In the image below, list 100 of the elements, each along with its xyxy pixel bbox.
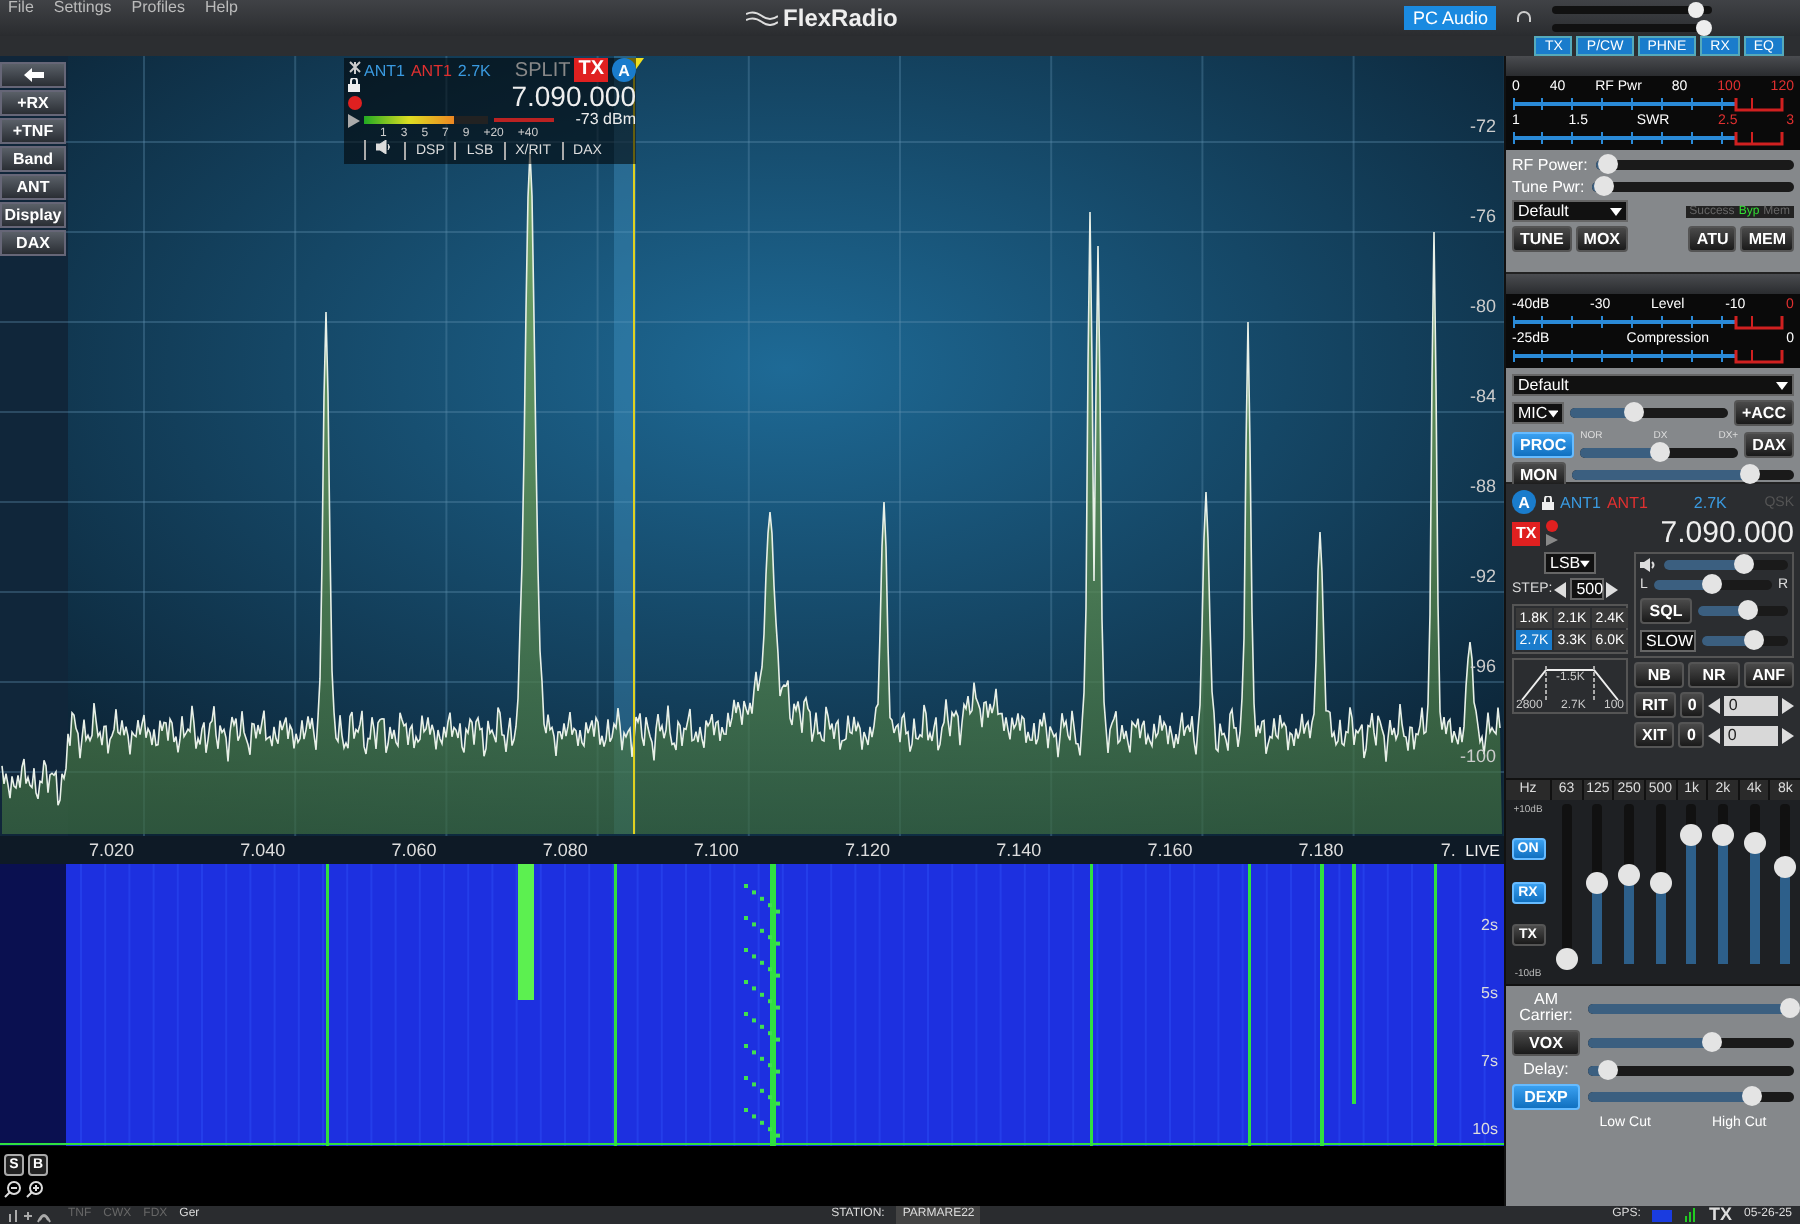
frequency-readout[interactable]: 7.090.000 [1660,518,1794,548]
dbm-label: -72 [1469,114,1496,140]
eq-band-slider[interactable] [1717,804,1728,964]
monitor-slider[interactable] [1571,470,1794,480]
frequency-label: 7.060 [389,840,439,860]
frequency-label: 7.040 [238,840,288,860]
offset-value-button[interactable]: 0 [1679,692,1705,718]
time-label: 10s [1472,1118,1498,1142]
squelch-slider[interactable] [1698,606,1788,616]
time-label: 5s [1481,982,1498,1006]
mic-level-slider[interactable] [1570,408,1728,418]
audio-toggle-button[interactable]: DEXP [1512,1084,1580,1110]
eq-band-slider[interactable] [1655,804,1666,964]
menu-item[interactable]: File [8,0,34,16]
side-button[interactable]: Display [0,202,66,228]
agc-dropdown[interactable]: SLOW [1640,630,1696,652]
offset-field[interactable]: 0 [1723,725,1778,745]
play-icon [1546,534,1559,546]
eq-band-slider[interactable] [1624,804,1635,964]
offset-toggle-button[interactable]: RIT [1634,692,1676,718]
step-field[interactable]: 500 [1570,578,1605,600]
mode-dropdown[interactable]: LSB [1544,552,1596,574]
offset-toggle-button[interactable]: XIT [1634,722,1675,748]
frequency-label: 7.140 [994,840,1044,860]
frequency-readout[interactable]: 7.090.000 [511,82,636,110]
profile-dropdown[interactable]: Default [1512,374,1794,396]
rx-antenna-label[interactable]: ANT1 [1560,493,1601,511]
tx-badge[interactable]: TX [574,58,608,82]
pan-slider[interactable] [1653,580,1772,590]
step-up-icon[interactable] [1606,581,1621,597]
tx-button[interactable]: ATU [1688,226,1737,252]
tx-badge[interactable]: TX [1512,521,1541,545]
record-icon [347,96,361,110]
power-slider[interactable] [1595,160,1794,170]
offset-value-button[interactable]: 0 [1678,722,1704,748]
side-button[interactable]: DAX [0,230,66,256]
frequency-label: 7.120 [843,840,893,860]
tx-indicator: TX [1708,1206,1732,1224]
dax-button[interactable]: DAX [1744,431,1794,457]
mic-source-dropdown[interactable]: MIC [1512,402,1564,424]
audio-slider[interactable] [1588,1092,1794,1102]
menu-item[interactable]: Help [204,0,238,16]
step-down-icon[interactable] [1554,581,1569,597]
profile-dropdown[interactable]: Default [1512,200,1628,222]
tx-antenna-label[interactable]: ANT1 [410,61,452,79]
dsp-button[interactable]: NB [1634,662,1685,688]
frequency-label: 7.080 [540,840,590,860]
audio-slider[interactable] [1588,1038,1794,1048]
record-icon [1546,520,1559,532]
collapse-button[interactable] [0,62,66,88]
status-icons-drawing [8,1207,56,1223]
dbm-label: -76 [1469,204,1496,230]
squelch-button[interactable]: SQL [1640,598,1692,624]
dbm-label: -100 [1459,744,1496,770]
slider-label: Delay: [1521,1062,1571,1078]
proc-button[interactable]: PROC [1512,431,1575,457]
eq-band-slider[interactable] [1592,804,1603,964]
eq-band-slider[interactable] [1686,804,1697,964]
zoom-in-icon[interactable] [26,1180,44,1198]
eq-band-slider[interactable] [1749,804,1760,964]
tx-button[interactable]: TUNE [1512,226,1572,252]
power-slider[interactable] [1592,182,1794,192]
side-button[interactable]: +RX [0,90,66,116]
dbm-label: -84 [1469,384,1496,410]
filter-width-label[interactable]: 2.7K [457,61,491,79]
eq-band-slider[interactable] [1561,804,1572,964]
eq-band-slider[interactable] [1780,804,1791,964]
slider-label: Tune Pwr: [1512,178,1585,196]
signal-reading: -73 dBm [575,110,636,128]
audio-slider[interactable] [1588,1003,1794,1013]
side-button[interactable]: +TNF [0,118,66,144]
agc-slider[interactable] [1702,636,1788,646]
volume-slider[interactable] [1552,5,1713,13]
logo-text: FlexRadio [783,4,898,32]
dsp-button[interactable]: ANF [1743,662,1794,688]
acc-button[interactable]: +ACC [1733,400,1794,426]
rx-antenna-label[interactable]: ANT1 [364,61,405,79]
audio-slider[interactable] [1588,1065,1794,1075]
menu-item[interactable]: Settings [53,0,112,16]
wave-logo-icon [745,10,778,26]
audio-toggle-button[interactable]: VOX [1512,1030,1580,1056]
dbm-label: -80 [1469,294,1496,320]
tx-button[interactable]: MEM [1740,226,1794,252]
side-button[interactable]: ANT [0,174,66,200]
filter-width-label[interactable]: 2.7K [1693,493,1727,511]
caret-icon [1580,559,1590,567]
proc-slider[interactable] [1580,448,1739,458]
offset-field[interactable]: 0 [1724,695,1778,715]
slider-label: RF Power: [1512,156,1588,174]
split-label[interactable]: SPLIT [514,59,571,81]
time-label: 2s [1481,914,1498,938]
audio-gain-slider[interactable] [1664,560,1788,570]
menu-item[interactable]: Profiles [131,0,185,16]
pc-audio-button[interactable]: PC Audio [1404,6,1497,30]
tx-button[interactable]: MOX [1575,226,1629,252]
live-label: LIVE [1465,841,1500,859]
zoom-out-icon[interactable] [4,1180,22,1198]
side-button[interactable]: Band [0,146,66,172]
lock-icon [1542,495,1554,509]
dsp-button[interactable]: NR [1688,662,1740,688]
